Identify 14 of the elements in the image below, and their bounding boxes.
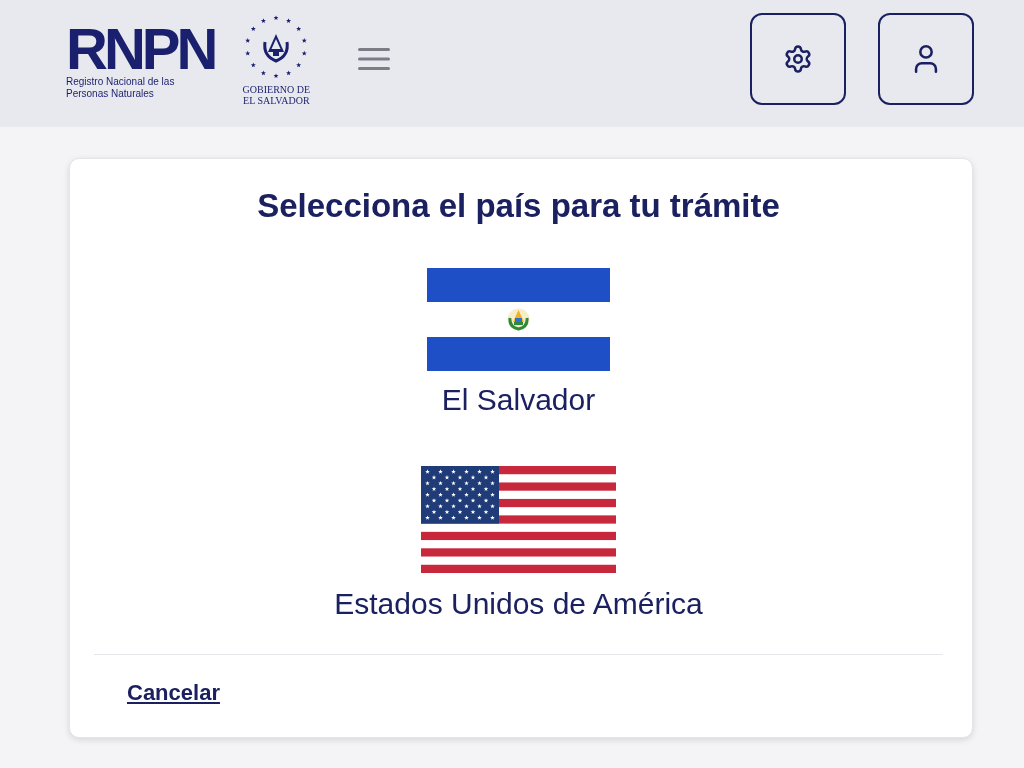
country-option[interactable]: El Salvador <box>427 268 610 418</box>
dialog-title: Selecciona el país para tu trámite <box>256 186 781 226</box>
settings-button[interactable] <box>750 13 846 105</box>
cancel-link[interactable]: Cancelar <box>127 679 220 707</box>
striped-flag-icon <box>427 268 610 371</box>
user-button[interactable] <box>878 13 974 105</box>
menu-icon <box>358 48 391 70</box>
government-label: GOBIERNO DE EL SALVADOR <box>241 84 312 106</box>
country-option[interactable]: Estados Unidos de América <box>334 466 703 622</box>
brand-subtitle: Registro Nacional de las Personas Naturales <box>66 76 176 100</box>
stars-and-stripes-flag-icon <box>421 466 616 573</box>
menu-button[interactable] <box>358 48 391 70</box>
brand-logo-text: RNPN <box>66 24 215 74</box>
settings-icon <box>783 44 813 74</box>
